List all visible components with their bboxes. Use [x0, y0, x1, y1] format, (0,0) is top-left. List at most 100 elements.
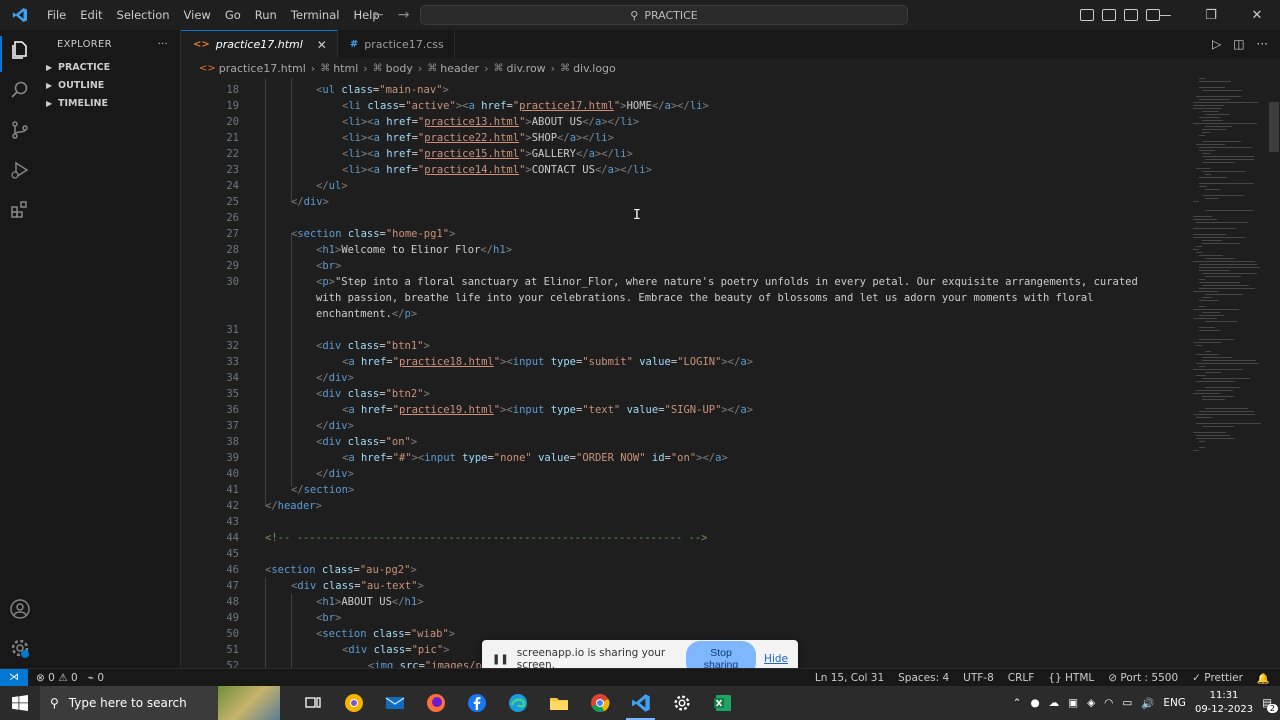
tree-item-practice[interactable]: ▶ PRACTICE [40, 58, 180, 76]
line-number: 50 [226, 628, 239, 640]
code-line-47: <div class="au-text"> [291, 580, 424, 592]
code-line-23: <li><a href="practice14.html">CONTACT US… [342, 164, 652, 176]
tray-app-icon[interactable]: ● [1030, 697, 1039, 709]
menu-file[interactable]: File [40, 0, 73, 30]
minimap-line [1196, 363, 1259, 364]
language-mode[interactable]: {} HTML [1048, 672, 1094, 684]
close-tab-icon[interactable]: ✕ [317, 38, 327, 52]
firefox-icon[interactable] [415, 686, 456, 720]
facebook-icon[interactable] [456, 686, 497, 720]
line-number: 38 [226, 436, 239, 448]
extensions-icon[interactable] [8, 198, 32, 222]
menu-run[interactable]: Run [248, 0, 284, 30]
back-arrow-icon[interactable]: ← [372, 7, 384, 23]
vertical-scrollbar[interactable] [1269, 102, 1279, 152]
close-window-icon[interactable]: ✕ [1234, 8, 1280, 23]
menu-edit[interactable]: Edit [73, 0, 109, 30]
task-view-icon[interactable] [292, 686, 333, 720]
tree-item-timeline[interactable]: ▶ TIMELINE [40, 94, 180, 112]
code-editor[interactable]: 18 19 20 21 22 23 24 25 26 27 28 29 30 31 32 33 34 35 36 37… [181, 78, 1280, 668]
problems-indicator[interactable]: ⊗ 0 ⚠ 0 [36, 672, 78, 684]
chrome-icon[interactable] [579, 686, 620, 720]
tray-device-icon[interactable]: ▣ [1068, 697, 1078, 709]
prettier-status[interactable]: ✓ Prettier [1192, 672, 1243, 684]
explorer-icon[interactable] [8, 38, 32, 62]
menu-selection[interactable]: Selection [110, 0, 177, 30]
more-actions-icon[interactable]: ··· [158, 39, 168, 50]
ports-indicator[interactable]: ⌁ 0 [88, 672, 104, 684]
search-view-icon[interactable] [8, 78, 32, 102]
notification-center-icon[interactable]: ▤ 2 [1262, 697, 1278, 713]
end-of-line[interactable]: CRLF [1008, 672, 1035, 684]
ports-icon: ⌁ [87, 671, 94, 684]
menu-go[interactable]: Go [218, 0, 248, 30]
excel-icon[interactable] [702, 686, 743, 720]
manage-gear-icon[interactable] [8, 636, 32, 660]
minimap-line [1196, 246, 1202, 247]
file-encoding[interactable]: UTF-8 [963, 672, 994, 684]
split-editor-icon[interactable]: ◫ [1233, 37, 1244, 51]
minimize-icon[interactable]: — [1142, 8, 1188, 23]
breadcrumb-item[interactable]: body [386, 62, 413, 75]
minimap-line [1205, 258, 1235, 259]
remote-icon[interactable]: ⋊ [0, 668, 28, 687]
chevron-up-icon[interactable]: ⌃ [1013, 697, 1022, 709]
minimap[interactable] [1193, 78, 1269, 458]
onedrive-icon[interactable]: ☁ [1049, 697, 1060, 709]
tab-practice17-css[interactable]: # practice17.css [338, 30, 455, 58]
chrome-canary-icon[interactable] [333, 686, 374, 720]
minimap-line [1199, 135, 1205, 136]
run-icon[interactable]: ▷ [1212, 37, 1221, 51]
minimap-line [1205, 276, 1241, 277]
minimap-line [1196, 345, 1202, 346]
forward-arrow-icon[interactable]: → [398, 7, 410, 23]
clock[interactable]: 11:31 09-12-2023 [1195, 689, 1253, 717]
breadcrumb-item[interactable]: div.row [506, 62, 545, 75]
menu-view[interactable]: View [177, 0, 218, 30]
tray-security-icon[interactable]: ◈ [1087, 697, 1095, 709]
volume-icon[interactable]: 🔊 [1141, 697, 1154, 710]
live-server-port[interactable]: ⊘ Port : 5500 [1108, 672, 1178, 684]
language-indicator[interactable]: ENG [1163, 697, 1186, 709]
code-line-28: <h1>Welcome to Elinor Flor</h1> [316, 244, 513, 256]
minimap-line [1193, 369, 1243, 370]
mail-icon[interactable] [374, 686, 415, 720]
run-debug-icon[interactable] [8, 158, 32, 182]
breadcrumb-item[interactable]: html [333, 62, 358, 75]
minimap-line [1205, 372, 1221, 373]
accounts-icon[interactable] [8, 597, 32, 621]
breadcrumb-item[interactable]: practice17.html [219, 62, 306, 75]
file-explorer-icon[interactable] [538, 686, 579, 720]
hide-link[interactable]: Hide [764, 653, 788, 665]
minimap-line [1205, 321, 1237, 322]
command-center-search[interactable]: ⚲ PRACTICE [420, 5, 908, 25]
maximize-icon[interactable]: ❐ [1188, 8, 1234, 23]
settings-gear-icon[interactable] [661, 686, 702, 720]
port-label: Port : 5500 [1120, 672, 1179, 684]
minimap-line [1193, 108, 1222, 109]
code-line-37: </div> [316, 420, 354, 432]
tree-item-outline[interactable]: ▶ OUTLINE [40, 76, 180, 94]
breadcrumb-item[interactable]: div.logo [573, 62, 616, 75]
line-number: 27 [226, 228, 239, 240]
source-control-icon[interactable] [8, 118, 32, 142]
windows-start-icon[interactable] [0, 686, 40, 720]
language-label: HTML [1065, 672, 1095, 684]
minimap-line [1202, 171, 1246, 172]
notifications-bell-icon[interactable]: 🔔 [1257, 672, 1270, 685]
tab-practice17-html[interactable]: <> practice17.html ✕ [181, 30, 338, 58]
vscode-taskbar-icon[interactable] [620, 686, 661, 720]
toggle-panel-icon[interactable] [1102, 9, 1116, 21]
toggle-primary-sidebar-icon[interactable] [1080, 9, 1094, 21]
taskbar-search-box[interactable]: ⚲ Type here to search [40, 686, 280, 720]
battery-icon[interactable]: ▭ [1122, 697, 1132, 709]
toggle-secondary-sidebar-icon[interactable] [1124, 9, 1138, 21]
indentation[interactable]: Spaces: 4 [898, 672, 949, 684]
more-actions-icon[interactable]: ··· [1257, 37, 1268, 51]
edge-icon[interactable] [497, 686, 538, 720]
minimap-line [1193, 228, 1236, 229]
breadcrumb-item[interactable]: header [440, 62, 479, 75]
menu-terminal[interactable]: Terminal [284, 0, 347, 30]
cursor-position[interactable]: Ln 15, Col 31 [815, 672, 884, 684]
wifi-icon[interactable]: ◠ [1104, 697, 1113, 709]
